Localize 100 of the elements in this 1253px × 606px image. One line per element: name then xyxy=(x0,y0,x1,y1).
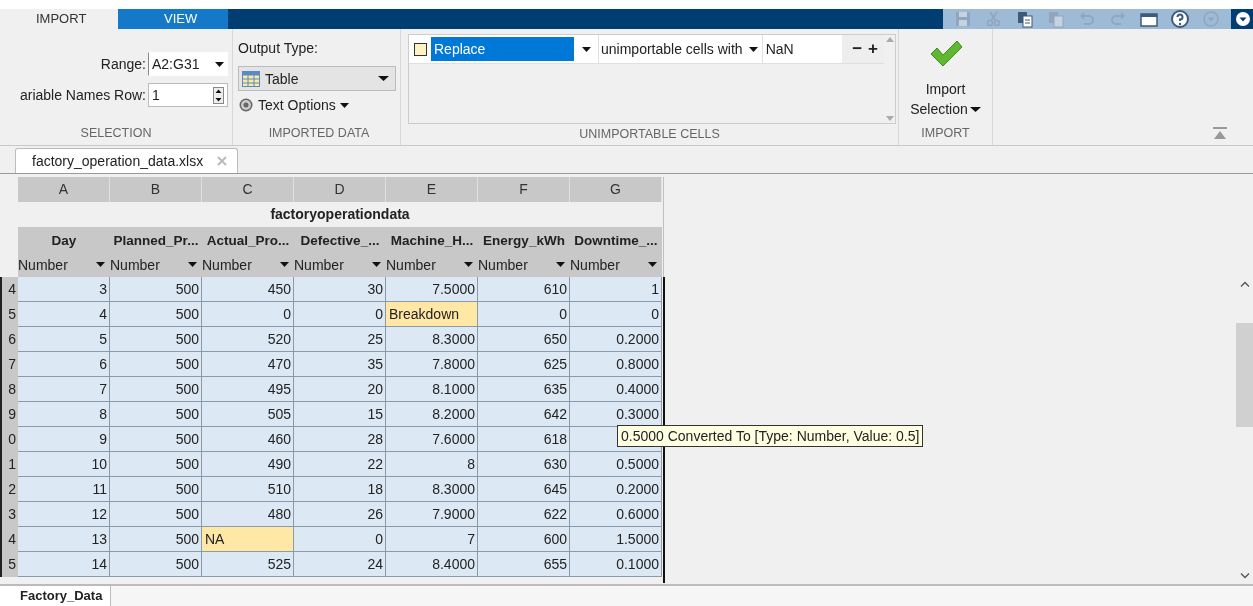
column-header[interactable]: C xyxy=(202,177,294,202)
column-header[interactable]: E xyxy=(386,177,478,202)
variable-name[interactable]: Energy_kWh xyxy=(478,227,570,252)
redo-icon[interactable] xyxy=(1109,10,1128,28)
table-cell: 0.4000 xyxy=(570,377,662,402)
row-number: 5 xyxy=(0,302,18,327)
checkbox[interactable] xyxy=(414,42,427,56)
range-dropdown[interactable]: A2:G31 xyxy=(148,52,228,76)
table-cell: 0.8000 xyxy=(570,352,662,377)
spinner-field[interactable]: 1 xyxy=(148,83,228,107)
variable-name[interactable]: Defective_... xyxy=(294,227,386,252)
dropdown-icon[interactable] xyxy=(1235,11,1251,27)
column-header[interactable]: A xyxy=(18,177,110,202)
table-cell: 0 xyxy=(294,302,386,327)
table-cell: 0 xyxy=(570,302,662,327)
table-cell: 450 xyxy=(202,277,294,302)
table-cell: 625 xyxy=(478,352,570,377)
table-cell: 0.3000 xyxy=(570,402,662,427)
sheet-tab[interactable]: Factory_Data xyxy=(0,586,112,606)
caret-icon xyxy=(969,106,981,112)
type-dropdown[interactable]: Number xyxy=(478,252,570,277)
import-selection-button[interactable]: Import Selection xyxy=(899,39,992,119)
table-cell: 510 xyxy=(202,477,294,502)
table-cell: 14 xyxy=(18,552,110,577)
table-cell: 0 xyxy=(202,302,294,327)
collapse-icon[interactable] xyxy=(1213,127,1227,139)
value-field[interactable]: NaN xyxy=(761,35,824,63)
variable-name[interactable]: Actual_Pro... xyxy=(202,227,294,252)
field-label: ariable Names Row: xyxy=(18,87,147,103)
window-icon[interactable] xyxy=(1140,10,1159,28)
table-cell: 0.6000 xyxy=(570,502,662,527)
type-dropdown[interactable]: Number xyxy=(18,252,110,277)
table-cell: 8.3000 xyxy=(386,477,478,502)
caret-icon xyxy=(556,262,565,267)
column-header[interactable]: G xyxy=(570,177,662,202)
action-field[interactable]: Replace xyxy=(431,37,574,61)
table-cell: 25 xyxy=(294,327,386,352)
paste-icon[interactable] xyxy=(1015,10,1034,28)
table-cell: 20 xyxy=(294,377,386,402)
type-dropdown[interactable]: Number xyxy=(294,252,386,277)
table-cell: 7.6000 xyxy=(386,427,478,452)
copy-icon[interactable] xyxy=(1046,10,1065,28)
row-number: 9 xyxy=(0,402,18,427)
table-cell: 9 xyxy=(18,427,110,452)
table-cell: 500 xyxy=(110,277,202,302)
undo-icon[interactable] xyxy=(1078,10,1096,28)
type-dropdown[interactable]: Number xyxy=(386,252,478,277)
column-header[interactable]: F xyxy=(478,177,570,202)
table-cell: 500 xyxy=(110,302,202,327)
output-type-dropdown[interactable]: Table xyxy=(238,66,396,91)
table-cell: 500 xyxy=(110,502,202,527)
save-icon[interactable] xyxy=(953,10,972,28)
variable-name[interactable]: Machine_H... xyxy=(386,227,478,252)
checkmark-icon xyxy=(928,39,963,67)
table-cell: 622 xyxy=(478,502,570,527)
table-cell: 35 xyxy=(294,352,386,377)
table-cell: 500 xyxy=(110,527,202,552)
caret-icon xyxy=(188,262,197,267)
table-cell: 505 xyxy=(202,402,294,427)
table-cell: 1.5000 xyxy=(570,527,662,552)
ribbon-tab[interactable]: IMPORT xyxy=(0,9,118,29)
column-header[interactable]: B xyxy=(110,177,202,202)
scissors-icon[interactable] xyxy=(984,10,1003,28)
table-cell: 500 xyxy=(110,402,202,427)
table-cell: 15 xyxy=(294,402,386,427)
help-icon[interactable] xyxy=(1171,10,1190,28)
table-cell: 500 xyxy=(110,477,202,502)
table-cell: 12 xyxy=(18,502,110,527)
caret-icon xyxy=(372,262,381,267)
table-cell: 480 xyxy=(202,502,294,527)
table-cell: 7 xyxy=(18,377,110,402)
variable-name[interactable]: Day xyxy=(18,227,110,252)
column-header[interactable]: D xyxy=(294,177,386,202)
close-icon[interactable] xyxy=(217,156,228,166)
table-cell: 8 xyxy=(18,402,110,427)
table-cell: 0 xyxy=(478,302,570,327)
row-number: 4 xyxy=(0,277,18,302)
section-label: IMPORTED DATA xyxy=(267,125,371,142)
field-label: Output Type: xyxy=(238,40,319,58)
table-cell: Breakdown xyxy=(386,302,478,327)
row-number: 0 xyxy=(0,427,18,452)
variable-name[interactable]: Downtime_... xyxy=(570,227,662,252)
caret-icon xyxy=(748,46,758,52)
remove-rule-button[interactable]: − xyxy=(852,39,863,59)
variable-name[interactable]: Planned_Pr... xyxy=(110,227,202,252)
text-options-button[interactable]: Text Options xyxy=(238,97,349,113)
scrollbar[interactable] xyxy=(884,35,895,123)
type-dropdown[interactable]: Number xyxy=(570,252,662,277)
ribbon-tab[interactable]: VIEW xyxy=(118,9,228,29)
scroll-down-icon xyxy=(1239,573,1250,579)
table-cell: 500 xyxy=(110,377,202,402)
table-cell: 28 xyxy=(294,427,386,452)
condition-dropdown[interactable]: unimportable cells with xyxy=(598,35,762,63)
type-dropdown[interactable]: Number xyxy=(202,252,294,277)
table-cell: 8.4000 xyxy=(386,552,478,577)
type-dropdown[interactable]: Number xyxy=(110,252,202,277)
file-tab[interactable]: factory_operation_data.xlsx xyxy=(15,148,239,173)
add-rule-button[interactable]: + xyxy=(868,39,878,59)
table-cell: 470 xyxy=(202,352,294,377)
table-cell: 8.1000 xyxy=(386,377,478,402)
